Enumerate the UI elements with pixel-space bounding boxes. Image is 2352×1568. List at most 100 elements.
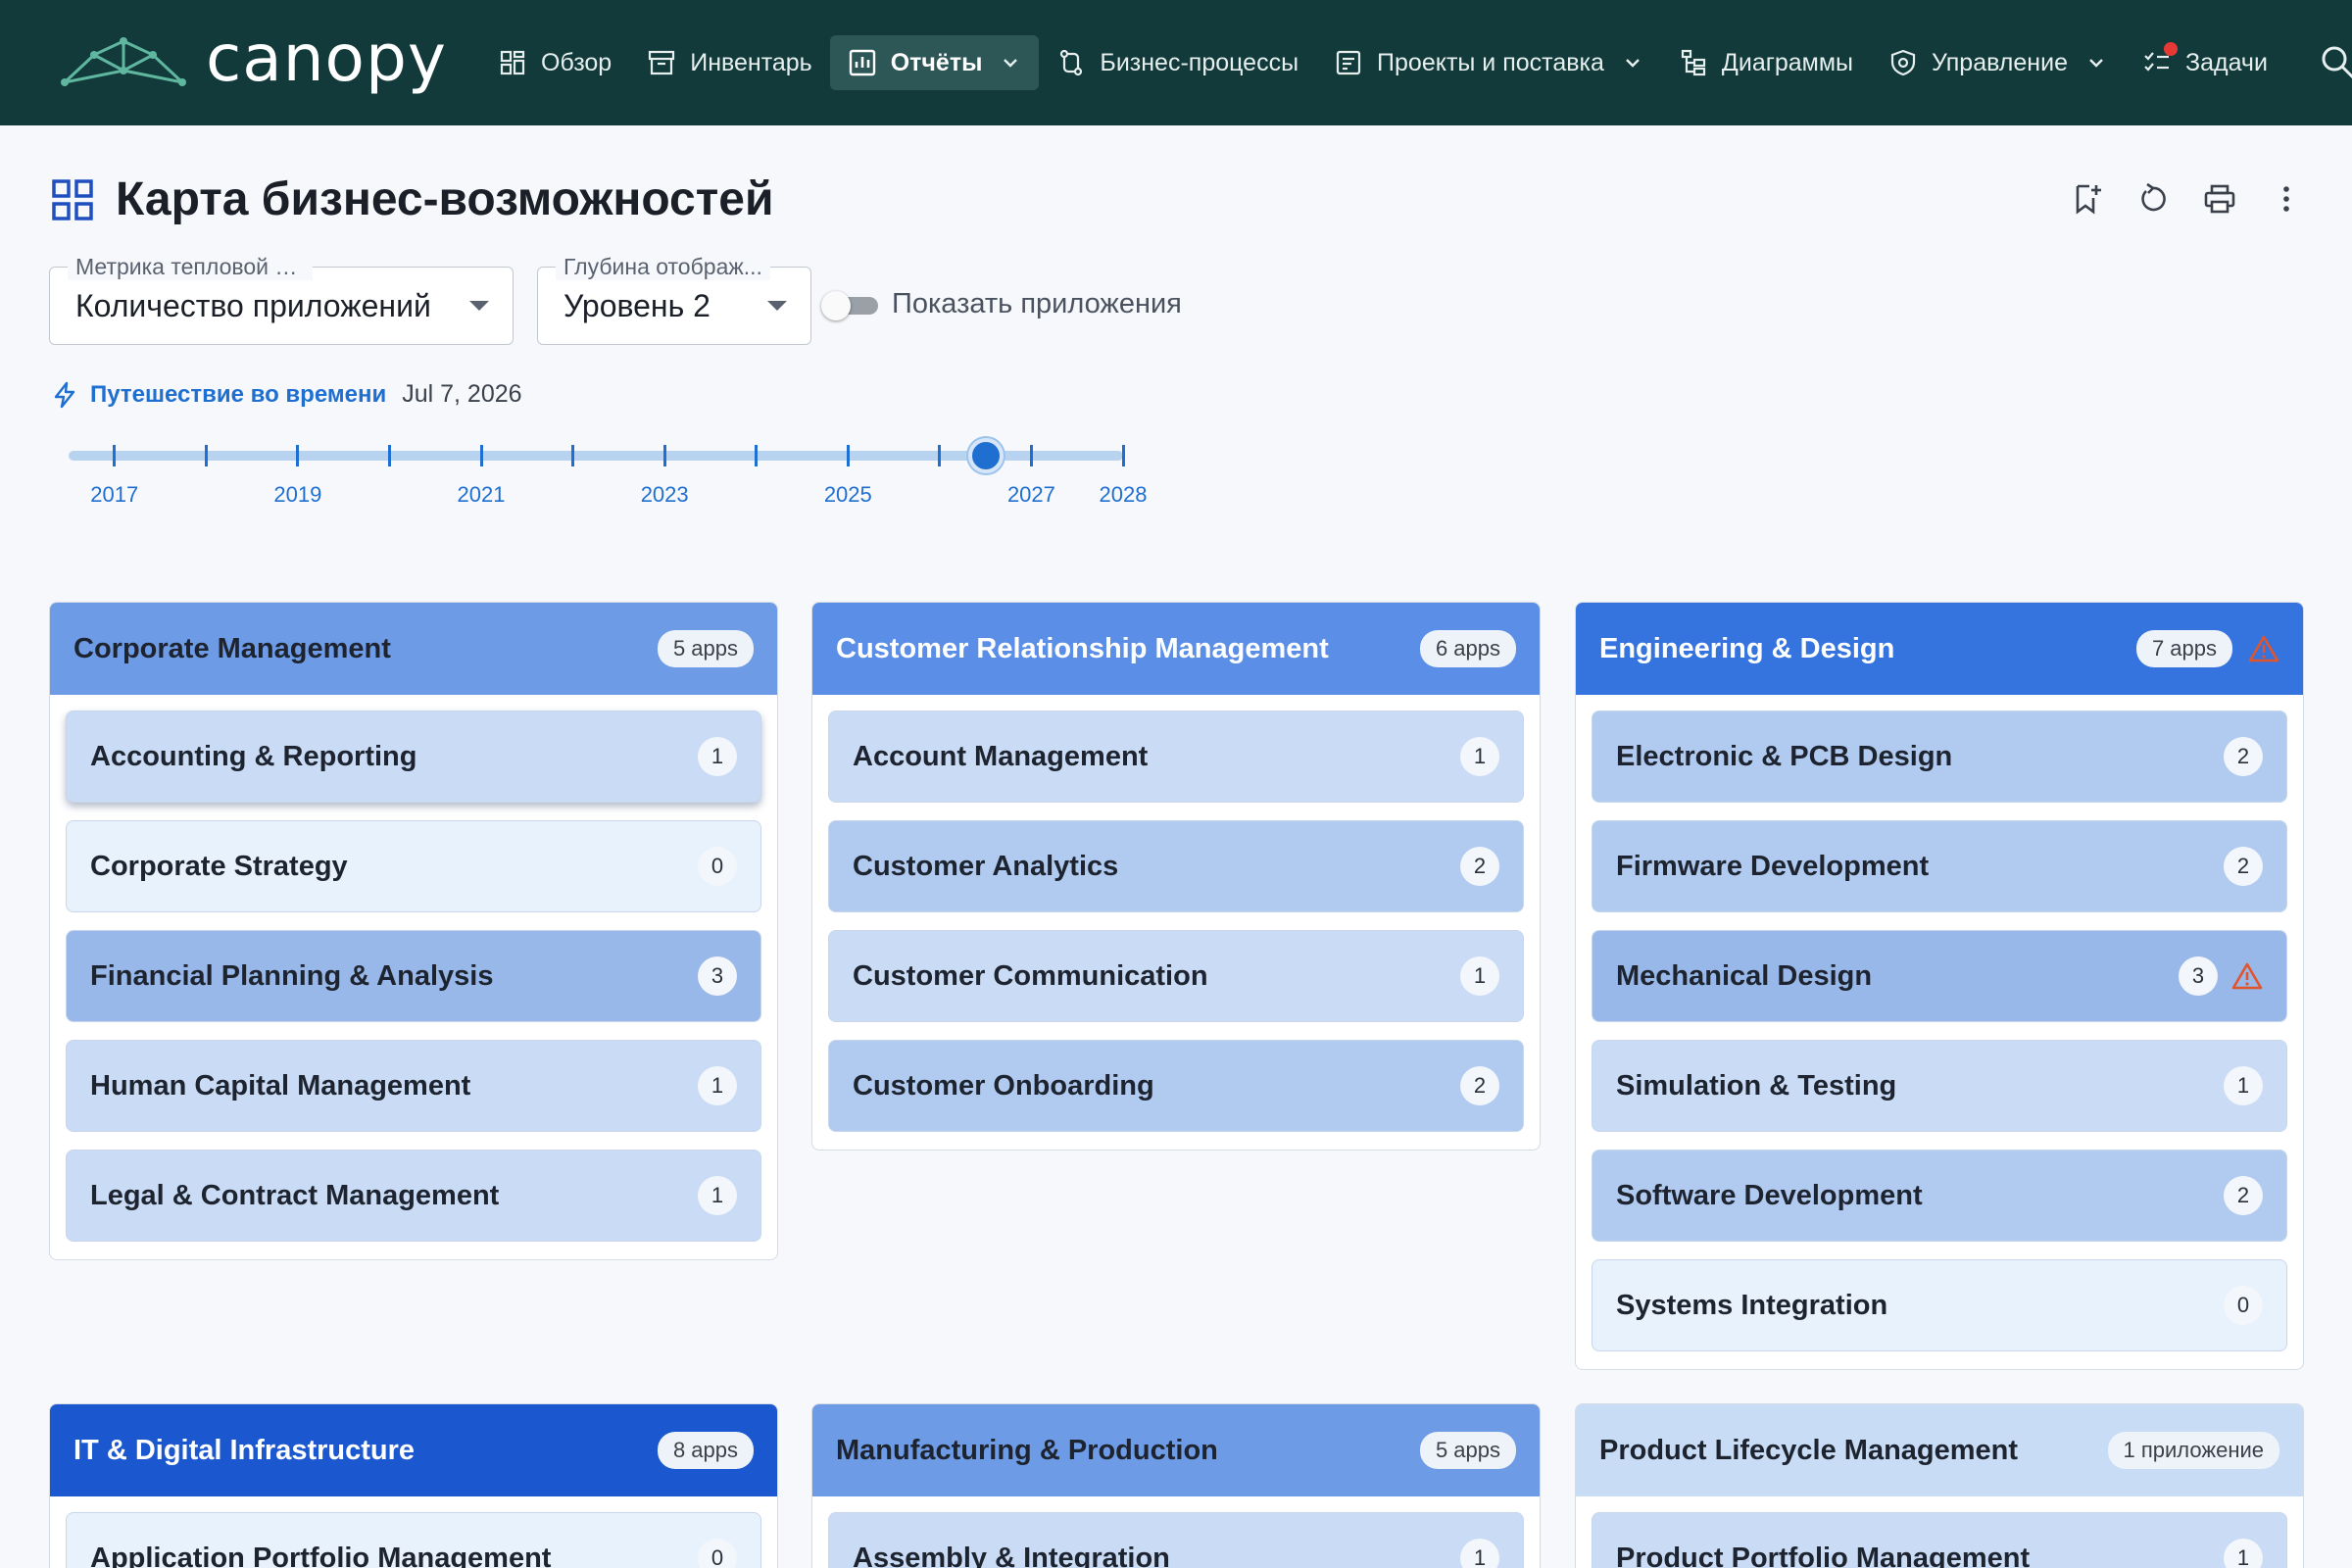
capability-list: Product Portfolio Management 1 [1576,1496,2303,1568]
capability-card[interactable]: Product Portfolio Management 1 [1592,1512,2287,1568]
heatmap-metric-select[interactable]: Метрика тепловой карты Количество прилож… [49,254,514,345]
capability-group-header[interactable]: IT & Digital Infrastructure 8 apps [50,1404,777,1496]
capability-group-title: Product Lifecycle Management [1599,1434,2019,1466]
nav-item-0[interactable]: Обзор [480,35,629,90]
capability-card[interactable]: Simulation & Testing 1 [1592,1040,2287,1132]
main-nav: Обзор Инвентарь Отчёты Бизнес-процессы Проек… [480,0,2285,125]
capability-group-header[interactable]: Product Lifecycle Management 1 приложение [1576,1404,2303,1496]
capability-label: Financial Planning & Analysis [90,959,494,992]
canopy-logo-icon [61,37,186,86]
nav-item-7[interactable]: Задачи [2125,35,2285,90]
capability-app-count: 1 [1460,956,1499,996]
nav-item-2[interactable]: Отчёты [829,35,1040,90]
nav-item-4[interactable]: Проекты и поставка [1316,35,1661,90]
capability-card[interactable]: Human Capital Management 1 [66,1040,761,1132]
bookmark-add-icon[interactable] [2070,182,2103,216]
capability-label: Firmware Development [1616,850,1930,882]
slider-tick [662,445,666,466]
capability-card[interactable]: Systems Integration 0 [1592,1259,2287,1351]
capability-app-count: 0 [698,847,737,886]
app-count-badge: 8 apps [657,1432,754,1469]
print-icon[interactable] [2203,182,2236,216]
nav-item-1[interactable]: Инвентарь [629,35,830,90]
grid-icon [52,178,93,220]
capability-group: Engineering & Design 7 apps Electronic & P… [1575,602,2304,1370]
capability-app-count: 1 [2224,1066,2263,1105]
show-apps-toggle[interactable] [821,290,880,320]
capability-app-count: 1 [698,1176,737,1215]
capability-group-title: Customer Relationship Management [836,632,1329,664]
capability-label: Product Portfolio Management [1616,1542,2031,1568]
slider-tick [755,445,759,466]
capability-app-count: 1 [698,1066,737,1105]
capability-label: Software Development [1616,1179,1923,1211]
capability-app-count: 3 [2179,956,2218,996]
search-icon[interactable] [2319,43,2352,82]
capability-group-header[interactable]: Engineering & Design 7 apps [1576,603,2303,695]
slider-tick [571,445,575,466]
heatmap-metric-value: Количество приложений [75,287,431,323]
slider-thumb[interactable] [967,438,1004,473]
capability-list: Account Management 1 Customer Analytics 2 Cu… [812,695,1540,1132]
nav-item-3[interactable]: Бизнес-процессы [1039,35,1316,90]
capability-card[interactable]: Customer Analytics 2 [828,820,1524,912]
time-travel-date: Jul 7, 2026 [402,380,522,408]
capability-group-header[interactable]: Manufacturing & Production 5 apps [812,1404,1540,1496]
diagram-icon [1681,49,1706,76]
capability-card[interactable]: Legal & Contract Management 1 [66,1150,761,1242]
nav-item-6[interactable]: Управление [1871,35,2125,90]
top-navigation-bar: canopy Обзор Инвентарь Отчёты Бизнес-процес… [0,0,2352,125]
notification-dot [2163,42,2178,56]
slider-tick [1121,445,1125,466]
capability-card[interactable]: Mechanical Design 3 [1592,930,2287,1022]
capability-label: Account Management [853,740,1149,772]
nav-item-label: Диаграммы [1721,48,1853,76]
slider-tick [113,445,117,466]
nav-item-label: Управление [1932,48,2068,76]
app-count-badge: 5 apps [657,630,754,667]
capability-card[interactable]: Customer Onboarding 2 [828,1040,1524,1132]
capability-card[interactable]: Accounting & Reporting 1 [66,710,761,803]
capability-label: Legal & Contract Management [90,1179,500,1211]
capability-card[interactable]: Firmware Development 2 [1592,820,2287,912]
warning-icon [2248,635,2279,662]
capability-card[interactable]: Application Portfolio Management 0 [66,1512,761,1568]
capability-card[interactable]: Electronic & PCB Design 2 [1592,710,2287,803]
page-header: Карта бизнес-возможностей [51,172,773,226]
capability-label: Simulation & Testing [1616,1069,1897,1102]
capability-card[interactable]: Account Management 1 [828,710,1524,803]
dashboard-icon [500,50,525,75]
capability-card[interactable]: Corporate Strategy 0 [66,820,761,912]
capability-app-count: 1 [698,737,737,776]
capability-group-title: IT & Digital Infrastructure [74,1434,416,1466]
capability-label: Application Portfolio Management [90,1542,552,1568]
capability-app-count: 1 [1460,1539,1499,1568]
slider-tick [387,445,391,466]
app-count-badge: 6 apps [1419,630,1516,667]
slider-tick [479,445,483,466]
archive-icon [649,50,675,75]
capability-group-header[interactable]: Customer Relationship Management 6 apps [812,603,1540,695]
display-depth-select[interactable]: Глубина отображ... Уровень 2 [537,254,811,345]
capability-label: Customer Analytics [853,850,1119,882]
heatmap-metric-legend: Метрика тепловой карты [68,254,313,280]
display-depth-legend: Глубина отображ... [556,254,770,280]
more-vertical-icon[interactable] [2270,182,2303,216]
slider-year-label: 2023 [640,482,689,507]
brand-logo[interactable]: canopy [59,26,480,91]
slider-tick [296,445,300,466]
capability-app-count: 1 [2224,1539,2263,1568]
capability-group: Corporate Management 5 apps Accounting & R… [49,602,778,1260]
nav-item-label: Задачи [2184,48,2268,76]
capability-app-count: 2 [2224,737,2263,776]
capability-group-header[interactable]: Corporate Management 5 apps [50,603,777,695]
capability-card[interactable]: Assembly & Integration 1 [828,1512,1524,1568]
page-title: Карта бизнес-возможностей [116,173,774,225]
caret-down-icon [469,301,489,311]
nav-item-5[interactable]: Диаграммы [1661,35,1871,90]
capability-card[interactable]: Software Development 2 [1592,1150,2287,1242]
capability-card[interactable]: Financial Planning & Analysis 3 [66,930,761,1022]
time-travel-slider[interactable]: 2017 2019 2021 2023 2025 2027 2028 [69,438,1147,507]
capability-card[interactable]: Customer Communication 1 [828,930,1524,1022]
reset-icon[interactable] [2136,182,2170,216]
